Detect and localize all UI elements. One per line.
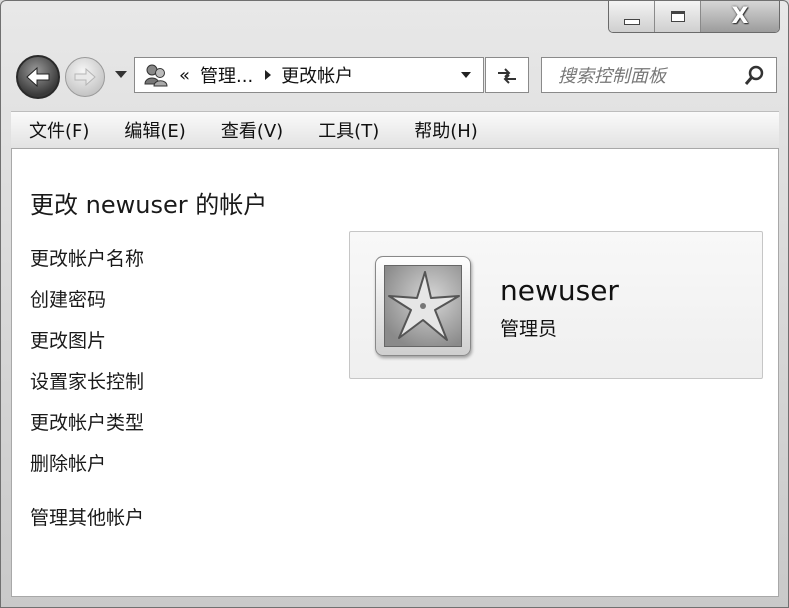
forward-button[interactable]: [65, 57, 105, 97]
back-arrow-icon: [26, 66, 50, 88]
page-title: 更改 newuser 的帐户: [30, 191, 268, 219]
parental-controls-link[interactable]: 设置家长控制: [30, 367, 144, 394]
change-picture-link[interactable]: 更改图片: [30, 326, 106, 353]
menu-tools[interactable]: 工具(T): [300, 117, 396, 143]
delete-account-link[interactable]: 删除帐户: [30, 449, 106, 476]
breadcrumb-manage-accounts[interactable]: 管理...: [200, 62, 253, 88]
address-overflow[interactable]: «: [179, 65, 190, 86]
breadcrumb-separator-icon[interactable]: [265, 70, 272, 80]
chevron-down-icon[interactable]: [461, 72, 471, 78]
user-role: 管理员: [500, 318, 558, 340]
account-card: newuser 管理员: [349, 231, 763, 379]
manage-other-accounts-link[interactable]: 管理其他帐户: [30, 503, 144, 530]
back-button[interactable]: [16, 55, 60, 99]
users-icon: [141, 60, 171, 90]
address-bar[interactable]: « 管理... 更改帐户: [134, 57, 484, 93]
refresh-icon: [498, 68, 516, 84]
refresh-button[interactable]: [485, 57, 529, 93]
breadcrumb-change-account[interactable]: 更改帐户: [281, 62, 353, 88]
user-name: newuser: [500, 274, 619, 307]
menu-file[interactable]: 文件(F): [11, 117, 106, 143]
content-pane: 更改 newuser 的帐户 更改帐户名称 创建密码 更改图片 设置家长控制 更…: [11, 149, 779, 597]
close-button[interactable]: X: [701, 1, 779, 32]
change-account-type-link[interactable]: 更改帐户类型: [30, 408, 144, 435]
menu-bar: 文件(F) 编辑(E) 查看(V) 工具(T) 帮助(H): [11, 111, 779, 149]
change-account-name-link[interactable]: 更改帐户名称: [30, 244, 144, 271]
menu-edit[interactable]: 编辑(E): [106, 117, 202, 143]
maximize-icon: [670, 11, 685, 22]
search-icon[interactable]: [742, 62, 768, 88]
starfish-avatar: [384, 265, 462, 347]
search-input[interactable]: 搜索控制面板: [541, 57, 777, 93]
minimize-icon: [623, 18, 640, 25]
maximize-button[interactable]: [655, 1, 701, 32]
minimize-button[interactable]: [609, 1, 655, 32]
menu-view[interactable]: 查看(V): [203, 117, 300, 143]
caption-buttons: X: [608, 1, 780, 33]
close-icon: X: [731, 4, 749, 29]
forward-arrow-icon: [74, 68, 96, 86]
search-placeholder: 搜索控制面板: [558, 66, 666, 87]
control-panel-window: X « 管理... 更改帐户 搜索控制面板 文件(F) 编辑(E) 查看(V) …: [0, 0, 789, 608]
menu-help[interactable]: 帮助(H): [396, 117, 495, 143]
avatar: [375, 256, 471, 356]
recent-pages-button[interactable]: [115, 71, 127, 78]
create-password-link[interactable]: 创建密码: [30, 285, 106, 312]
